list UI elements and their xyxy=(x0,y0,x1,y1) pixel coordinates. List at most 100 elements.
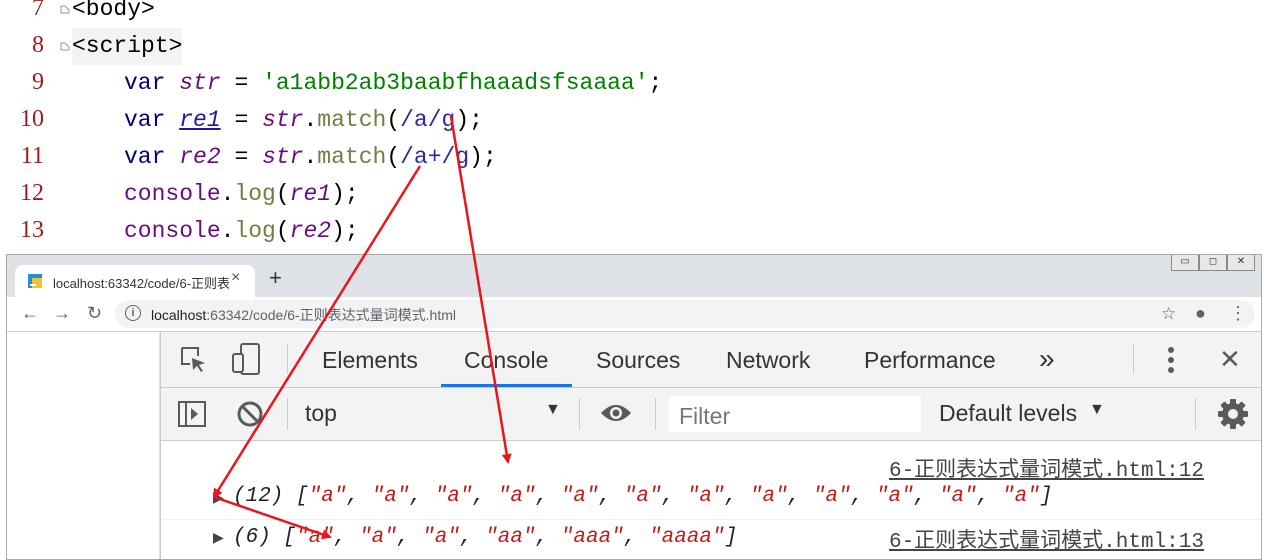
semicolon: ; xyxy=(469,107,483,133)
array-item: "a" xyxy=(296,526,334,549)
string-literal: 'a1abb2ab3baabfhaaadsfsaaaa' xyxy=(262,70,649,96)
maximize-button[interactable]: ◻ xyxy=(1199,255,1227,271)
paren: ) xyxy=(455,107,470,133)
identifier: str xyxy=(262,144,304,170)
identifier: str xyxy=(179,70,221,96)
chrome-menu-icon[interactable]: ⋮ xyxy=(1229,303,1247,324)
code-line-7: <body> xyxy=(72,0,155,28)
identifier: re2 xyxy=(179,144,221,170)
devtools-panel: Elements Console Sources Network Perform… xyxy=(160,332,1261,559)
message-source-link[interactable]: 6-正则表达式量词模式.html:12 xyxy=(889,453,1204,483)
tab-network[interactable]: Network xyxy=(726,347,810,374)
array-item: "a" xyxy=(749,485,788,508)
back-icon[interactable]: ← xyxy=(21,303,39,324)
forward-icon[interactable]: → xyxy=(53,303,71,324)
array-item: "a" xyxy=(875,485,914,508)
line-number-gutter: 7 8 9 10 11 12 13 xyxy=(0,0,52,262)
inspect-element-icon[interactable] xyxy=(179,345,209,375)
array-item: "a" xyxy=(938,485,977,508)
fold-icon[interactable] xyxy=(60,41,70,51)
filter-input[interactable] xyxy=(677,402,917,431)
console-toolbar: top ▼ Default levels ▼ xyxy=(161,388,1261,441)
toolbar-divider xyxy=(287,344,288,374)
paren: ) xyxy=(331,181,345,207)
active-tab-indicator xyxy=(441,384,572,387)
dot: . xyxy=(220,218,235,244)
expand-triangle-icon[interactable]: ▶ xyxy=(213,489,224,506)
tab-performance[interactable]: Performance xyxy=(864,347,996,374)
browser-window: localhost:63342/code/6-正则表 × + ▭ ◻ ✕ ← →… xyxy=(6,254,1262,560)
array-item: "a" xyxy=(308,485,347,508)
dot: . xyxy=(220,181,235,207)
line-number: 7 xyxy=(32,0,44,21)
array-item: "a" xyxy=(1001,485,1040,508)
paren: ( xyxy=(386,107,401,133)
operator: = xyxy=(220,107,263,133)
expand-triangle-icon[interactable]: ▶ xyxy=(213,529,224,546)
array-item: "a" xyxy=(434,485,473,508)
array-item: "aaaa" xyxy=(649,526,725,549)
tab-title: localhost:63342/code/6-正则表 xyxy=(53,276,231,291)
identifier: str xyxy=(262,107,304,133)
device-toolbar-icon[interactable] xyxy=(231,342,263,376)
live-expression-eye-icon[interactable] xyxy=(599,401,633,425)
url-text: localhost:63342/code/6-正则表达式量词模式.html xyxy=(151,305,456,325)
fold-icon[interactable] xyxy=(60,4,70,14)
identifier: re1 xyxy=(289,181,332,207)
tab-sources[interactable]: Sources xyxy=(596,347,680,374)
bookmark-star-icon[interactable]: ☆ xyxy=(1161,304,1176,324)
console-settings-gear-icon[interactable] xyxy=(1217,398,1249,430)
array-item: "a" xyxy=(812,485,851,508)
tab-close-icon[interactable]: × xyxy=(231,269,240,287)
chevron-down-icon[interactable]: ▼ xyxy=(545,401,561,419)
code-editor[interactable]: 7 8 9 10 11 12 13 <body> <script> var st… xyxy=(0,0,1280,262)
toolbar-divider xyxy=(655,398,656,430)
code-line-9: var str = 'a1abb2ab3baabfhaaadsfsaaaa'; xyxy=(124,65,662,102)
console-output: 6-正则表达式量词模式.html:12 ▶ (12) ["a", "a", "a… xyxy=(161,441,1261,559)
method-name: match xyxy=(317,144,387,170)
account-icon[interactable]: ● xyxy=(1195,303,1206,324)
paren: ( xyxy=(275,181,290,207)
more-tabs-icon[interactable]: » xyxy=(1039,343,1055,375)
tab-elements[interactable]: Elements xyxy=(322,347,418,374)
code-text: <script> xyxy=(72,33,183,59)
line-number: 13 xyxy=(20,217,44,243)
tab-console[interactable]: Console xyxy=(464,347,548,374)
paren: ) xyxy=(469,144,483,170)
console-message: 6-正则表达式量词模式.html:12 ▶ (12) ["a", "a", "a… xyxy=(161,441,1261,520)
clear-console-icon[interactable] xyxy=(235,399,265,429)
message-text[interactable]: (12) ["a", "a", "a", "a", "a", "a", "a",… xyxy=(233,485,1052,508)
toolbar-divider xyxy=(579,398,580,430)
toolbar-divider xyxy=(1195,398,1196,430)
message-text[interactable]: (6) ["a", "a", "a", "aa", "aaa", "aaaa"] xyxy=(233,526,737,549)
operator: = xyxy=(220,144,263,170)
close-window-button[interactable]: ✕ xyxy=(1227,255,1255,271)
info-icon[interactable]: i xyxy=(125,305,141,321)
message-source-link[interactable]: 6-正则表达式量词模式.html:13 xyxy=(889,524,1204,554)
log-levels-dropdown[interactable]: Default levels xyxy=(939,400,1077,427)
context-selector[interactable]: top xyxy=(305,400,337,427)
array-item: "a" xyxy=(422,526,460,549)
url-path: :63342/code/6-正则表达式量词模式.html xyxy=(206,307,457,323)
code-line-11: var re2 = str.match(/a+/g); xyxy=(124,139,497,176)
devtools-menu-icon[interactable] xyxy=(1167,346,1175,374)
chevron-down-icon[interactable]: ▼ xyxy=(1089,401,1105,419)
toolbar-divider xyxy=(1133,344,1134,374)
line-number: 11 xyxy=(20,143,44,169)
url-input[interactable]: i localhost:63342/code/6-正则表达式量词模式.html … xyxy=(115,300,1255,328)
line-number: 10 xyxy=(20,106,44,132)
browser-tab[interactable]: localhost:63342/code/6-正则表 × xyxy=(15,265,255,297)
paren: ( xyxy=(275,218,290,244)
reload-icon[interactable]: ↻ xyxy=(87,303,102,324)
array-item: "a" xyxy=(371,485,410,508)
new-tab-button[interactable]: + xyxy=(269,265,282,291)
identifier: console xyxy=(124,218,221,244)
code-line-8: <script> xyxy=(72,28,183,65)
close-devtools-icon[interactable]: ✕ xyxy=(1219,344,1241,375)
code-line-12: console.log(re1); xyxy=(124,176,359,213)
minimize-button[interactable]: ▭ xyxy=(1171,255,1199,271)
paren: ( xyxy=(386,144,401,170)
sidebar-toggle-icon[interactable] xyxy=(177,399,207,429)
semicolon: ; xyxy=(482,144,497,170)
url-host: localhost xyxy=(151,307,207,323)
